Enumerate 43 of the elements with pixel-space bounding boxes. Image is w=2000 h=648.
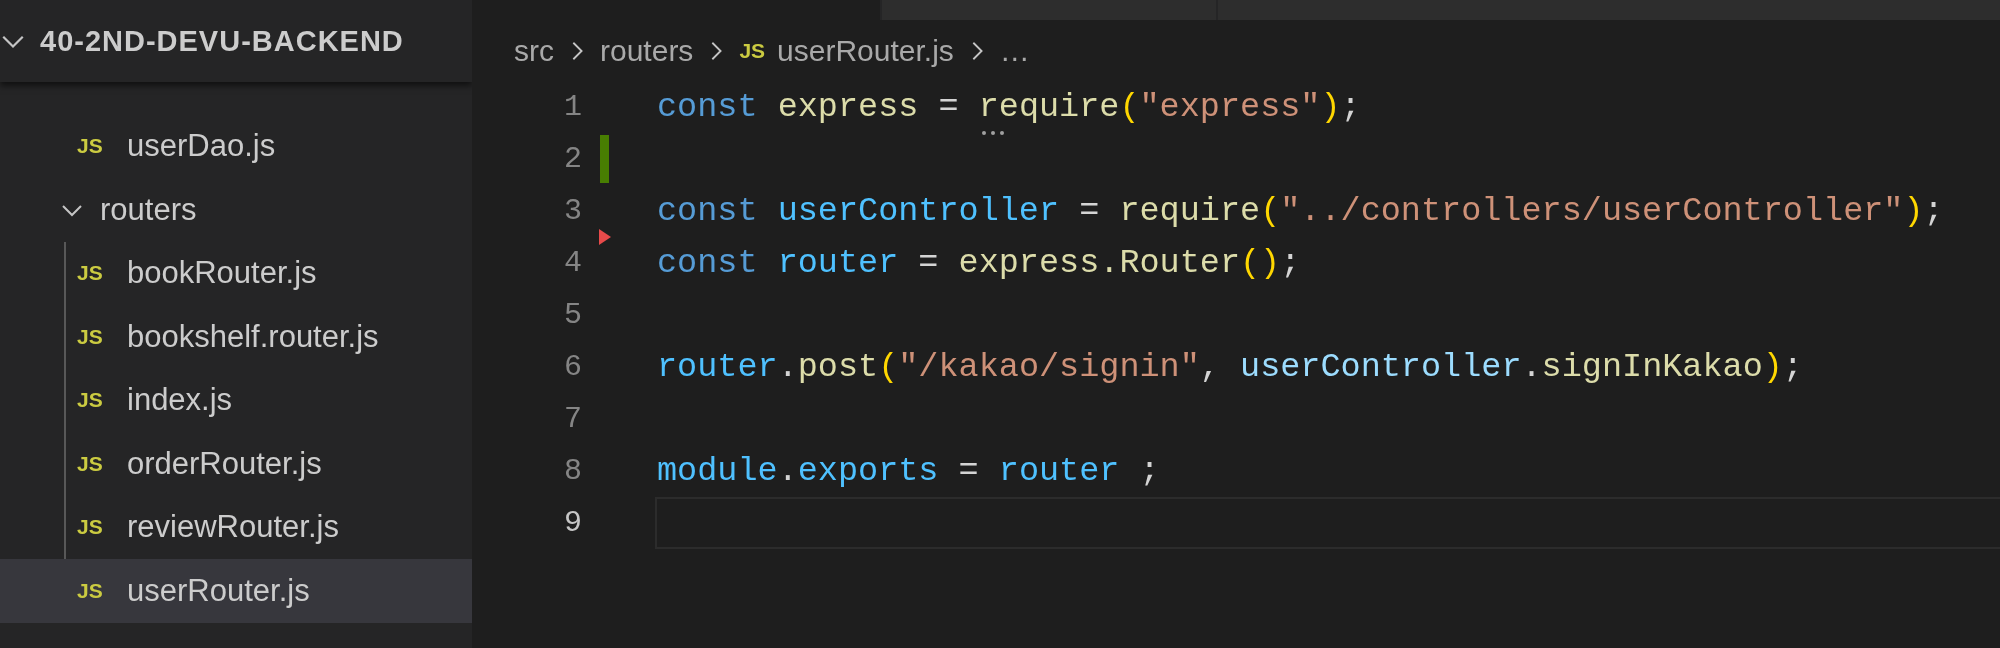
code-line: module.exports = router ; (657, 452, 1160, 490)
code-line: router.post("/kakao/signin", userController.signInKakao); (657, 348, 1803, 386)
line-number: 2 (563, 142, 582, 176)
line-number: 3 (563, 194, 582, 228)
js-file-icon: JS (77, 388, 111, 413)
line-number: 5 (563, 298, 582, 332)
file-name: bookRouter.js (127, 255, 317, 292)
js-file-icon: JS (77, 134, 111, 159)
code-line: const express = require("express"); (657, 88, 1361, 126)
js-file-icon: JS (77, 261, 111, 286)
code-line: const router = express.Router(); (657, 244, 1301, 282)
file-row[interactable]: JS userRouter.js (0, 559, 472, 623)
js-file-icon: JS (77, 515, 111, 540)
line-number: 9 (563, 506, 582, 540)
js-file-icon: JS (77, 578, 111, 603)
breadcrumb-item[interactable]: userRouter.js (777, 33, 954, 68)
folder-name: routers (100, 191, 197, 228)
folder-row[interactable]: routers (0, 178, 472, 242)
line-number: 8 (563, 454, 582, 488)
js-file-icon: JS (77, 451, 111, 476)
file-row[interactable]: JS bookRouter.js (0, 241, 472, 305)
breadcrumb-item[interactable]: … (999, 33, 1030, 68)
project-title[interactable]: 40-2ND-DEVU-BACKEND (40, 24, 404, 58)
breadcrumb-item[interactable]: routers (600, 33, 694, 68)
line-number: 6 (563, 350, 582, 384)
file-row[interactable]: JS bookshelf.router.js (0, 305, 472, 369)
file-name: userRouter.js (127, 572, 310, 609)
file-name: reviewRouter.js (127, 509, 339, 546)
js-file-icon: JS (739, 38, 766, 63)
file-row[interactable]: JS index.js (0, 368, 472, 432)
js-file-icon: JS (77, 324, 111, 349)
file-name: index.js (127, 382, 233, 419)
file-name: userDao.js (127, 128, 276, 165)
line-number: 7 (563, 402, 582, 436)
file-row[interactable]: JS reviewRouter.js (0, 495, 472, 559)
breadcrumb-item[interactable]: src (514, 33, 554, 68)
file-row[interactable]: JS userDao.js (0, 114, 472, 178)
file-row[interactable]: JS orderRouter.js (0, 432, 472, 496)
line-number: 1 (563, 90, 582, 124)
line-number: 4 (563, 246, 582, 280)
file-name: orderRouter.js (127, 445, 322, 482)
file-name: bookshelf.router.js (127, 318, 379, 355)
code-line: const userController = require("../controllers/userController"); (657, 192, 1944, 230)
